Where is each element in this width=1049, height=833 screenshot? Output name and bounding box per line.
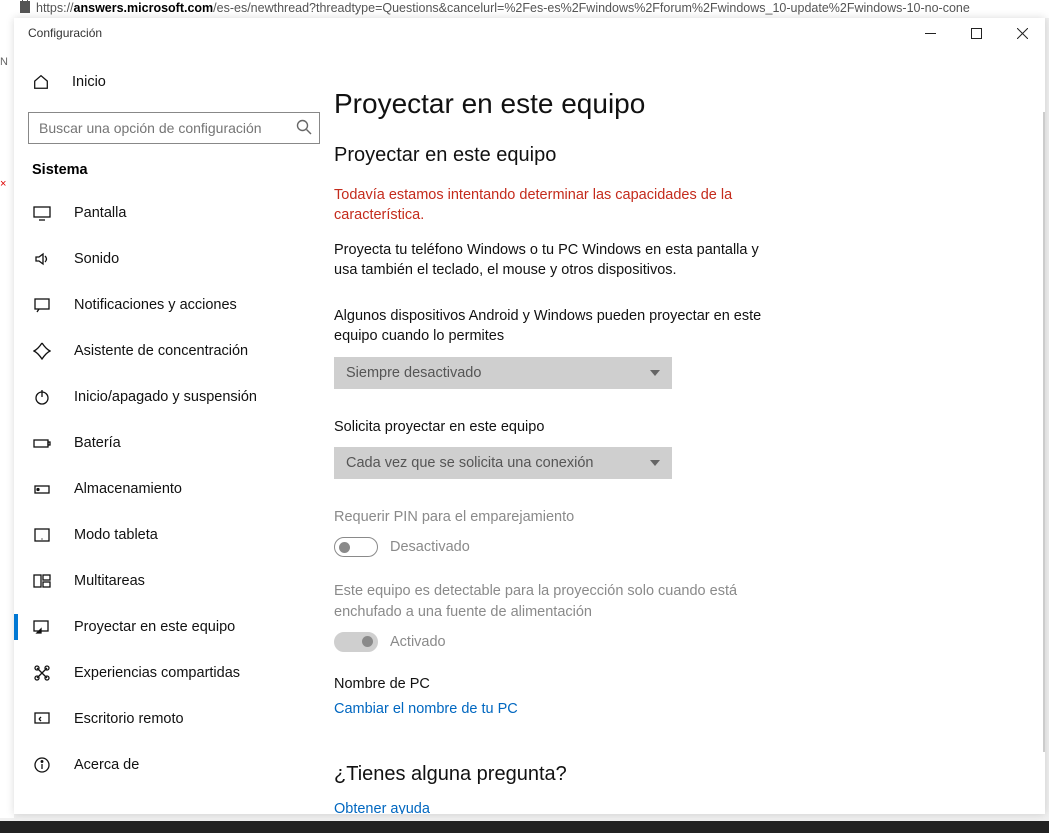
change-pc-name-link[interactable]: Cambiar el nombre de tu PC xyxy=(334,701,518,717)
sidebar-item-experiencias[interactable]: Experiencias compartidas xyxy=(14,650,334,696)
toggle-state-text: Activado xyxy=(390,634,446,650)
sidebar-item-label: Modo tableta xyxy=(74,527,158,543)
about-icon xyxy=(32,755,52,775)
question-heading: ¿Tienes alguna pregunta? xyxy=(334,763,1005,786)
minimize-button[interactable] xyxy=(907,18,953,48)
power-icon xyxy=(32,387,52,407)
taskbar[interactable] xyxy=(0,821,1049,833)
sidebar-item-label: Acerca de xyxy=(74,757,139,773)
lock-icon xyxy=(20,1,30,13)
sidebar-item-label: Almacenamiento xyxy=(74,481,182,497)
close-button[interactable] xyxy=(999,18,1045,48)
focus-assist-icon xyxy=(32,341,52,361)
sidebar-item-inicio-apagado[interactable]: Inicio/apagado y suspensión xyxy=(14,374,334,420)
setting-discoverable-label: Este equipo es detectable para la proyec… xyxy=(334,581,794,622)
browser-url-bar: https://answers.microsoft.com/es-es/newt… xyxy=(0,0,1049,18)
sidebar-group-header: Sistema xyxy=(14,162,334,190)
sidebar-item-label: Inicio/apagado y suspensión xyxy=(74,389,257,405)
sidebar-item-label: Notificaciones y acciones xyxy=(74,297,237,313)
search-icon xyxy=(296,119,312,135)
toggle-state-text: Desactivado xyxy=(390,539,470,555)
dropdown-value: Cada vez que se solicita una conexión xyxy=(346,455,593,471)
remote-desktop-icon xyxy=(32,709,52,729)
titlebar: Configuración xyxy=(14,18,1045,48)
pc-name-label: Nombre de PC xyxy=(334,676,1005,692)
sound-icon xyxy=(32,249,52,269)
url-domain: answers.microsoft.com xyxy=(74,1,214,15)
setting-discoverable-toggle[interactable] xyxy=(334,632,378,652)
setting-project-permission-label: Algunos dispositivos Android y Windows p… xyxy=(334,306,794,347)
home-label: Inicio xyxy=(72,74,106,90)
sidebar-item-label: Batería xyxy=(74,435,121,451)
multitask-icon xyxy=(32,571,52,591)
sidebar-item-label: Experiencias compartidas xyxy=(74,665,240,681)
section-description: Proyecta tu teléfono Windows o tu PC Win… xyxy=(334,240,774,281)
settings-window: Configuración Inicio Sistema Pantalla So… xyxy=(14,18,1045,814)
display-icon xyxy=(32,203,52,223)
sidebar-item-asistente-concentracion[interactable]: Asistente de concentración xyxy=(14,328,334,374)
tablet-icon xyxy=(32,525,52,545)
notifications-icon xyxy=(32,295,52,315)
search-input[interactable] xyxy=(28,112,320,144)
sidebar-item-escritorio-remoto[interactable]: Escritorio remoto xyxy=(14,696,334,742)
background-page-fragment: N× xyxy=(0,18,14,818)
sidebar-item-sonido[interactable]: Sonido xyxy=(14,236,334,282)
sidebar-item-notificaciones[interactable]: Notificaciones y acciones xyxy=(14,282,334,328)
sidebar-item-multitareas[interactable]: Multitareas xyxy=(14,558,334,604)
content-area: Proyectar en este equipo Proyectar en es… xyxy=(334,48,1045,814)
project-icon xyxy=(32,617,52,637)
page-title: Proyectar en este equipo xyxy=(334,88,1005,120)
sidebar-item-almacenamiento[interactable]: Almacenamiento xyxy=(14,466,334,512)
sidebar-item-bateria[interactable]: Batería xyxy=(14,420,334,466)
maximize-button[interactable] xyxy=(953,18,999,48)
capability-warning: Todavía estamos intentando determinar la… xyxy=(334,185,754,226)
sidebar-item-modo-tableta[interactable]: Modo tableta xyxy=(14,512,334,558)
sidebar-item-label: Sonido xyxy=(74,251,119,267)
sidebar-item-proyectar[interactable]: Proyectar en este equipo xyxy=(14,604,334,650)
sidebar-item-label: Pantalla xyxy=(74,205,126,221)
sidebar-item-label: Asistente de concentración xyxy=(74,343,248,359)
sidebar-item-label: Proyectar en este equipo xyxy=(74,619,235,635)
setting-project-permission-dropdown[interactable]: Siempre desactivado xyxy=(334,357,672,389)
battery-icon xyxy=(32,433,52,453)
sidebar-item-acerca-de[interactable]: Acerca de xyxy=(14,742,334,788)
shared-icon xyxy=(32,663,52,683)
get-help-link[interactable]: Obtener ayuda xyxy=(334,801,430,814)
scrollbar[interactable] xyxy=(1041,48,1045,814)
window-title: Configuración xyxy=(28,26,102,40)
home-icon xyxy=(32,73,50,91)
setting-require-pin-toggle[interactable] xyxy=(334,537,378,557)
sidebar-item-label: Escritorio remoto xyxy=(74,711,184,727)
setting-ask-to-project-label: Solicita proyectar en este equipo xyxy=(334,417,794,437)
dropdown-value: Siempre desactivado xyxy=(346,365,481,381)
section-title: Proyectar en este equipo xyxy=(334,144,1005,167)
storage-icon xyxy=(32,479,52,499)
home-link[interactable]: Inicio xyxy=(14,62,334,102)
sidebar-item-pantalla[interactable]: Pantalla xyxy=(14,190,334,236)
setting-ask-to-project-dropdown[interactable]: Cada vez que se solicita una conexión xyxy=(334,447,672,479)
sidebar: Inicio Sistema Pantalla Sonido Notificac… xyxy=(14,48,334,814)
setting-require-pin-label: Requerir PIN para el emparejamiento xyxy=(334,507,794,527)
sidebar-item-label: Multitareas xyxy=(74,573,145,589)
